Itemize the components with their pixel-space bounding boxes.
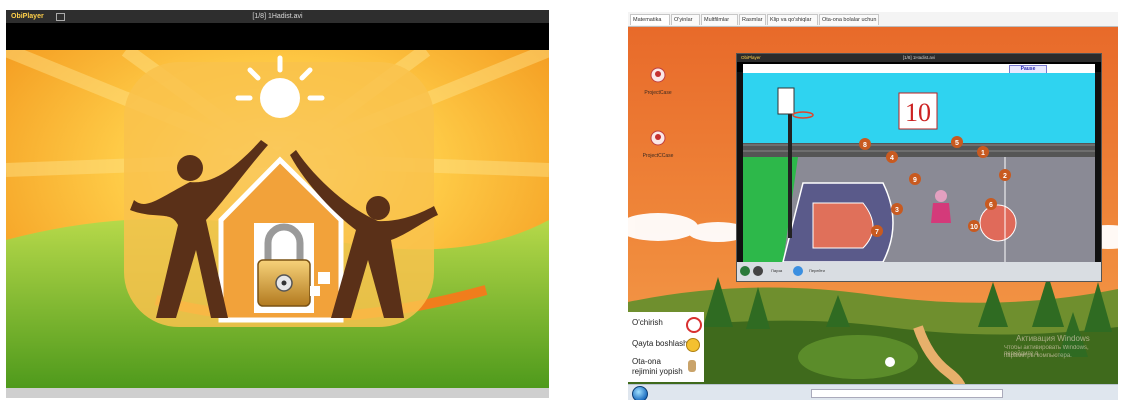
ball-5[interactable]: 5: [951, 136, 963, 148]
desktop-icon-label: ProjectCase: [644, 90, 672, 96]
ball-1[interactable]: 1: [977, 146, 989, 158]
activation-watermark-line: параметры компьютера.: [1004, 353, 1072, 359]
svg-text:7: 7: [875, 229, 879, 236]
player-controls-bar: [6, 388, 549, 398]
title-bar: ObiPlayer [1/8] 1Hadist.avi: [6, 10, 549, 23]
ball-6[interactable]: 6: [985, 198, 997, 210]
svg-text:9: 9: [913, 177, 917, 184]
inner-title-bar: ObiPlayer [1/8] 1Hadist.avi: [737, 54, 1101, 62]
power-icon[interactable]: [686, 317, 702, 333]
pin-icon: [650, 67, 666, 83]
tab-klip[interactable]: Klip va qo'shiqlar: [767, 14, 818, 25]
key-icon[interactable]: [688, 360, 696, 372]
menu-item-shutdown[interactable]: O'chirish: [632, 318, 663, 328]
tab-ota-ona[interactable]: Ota-ona bolalar uchun: [819, 14, 879, 25]
video-top-bar: [6, 23, 549, 50]
restart-icon[interactable]: [686, 338, 700, 352]
tab-multfilmlar[interactable]: Multfilmlar: [701, 14, 738, 25]
start-button[interactable]: [632, 386, 648, 400]
ball-9[interactable]: 9: [909, 173, 921, 185]
player-window: ObiPlayer [1/8] 1Hadist.avi: [6, 10, 549, 398]
activation-watermark-title: Активация Windows: [1016, 334, 1090, 343]
tab-oyinlar[interactable]: O'yinlar: [671, 14, 700, 25]
taskbar: [628, 384, 1118, 400]
inner-player-window: ObiPlayer [1/8] 1Hadist.avi Pause 10 8 4…: [736, 53, 1102, 282]
svg-text:6: 6: [989, 202, 993, 209]
tab-bar: Matematika O'yinlar Multfilmlar Rasmlar …: [628, 12, 1118, 27]
basketball-game: 10 8 4 5 1 9 2 3 6 10 7: [743, 73, 1095, 262]
ball-2[interactable]: 2: [999, 169, 1011, 181]
video-frame: [6, 50, 549, 388]
desktop-icon-label: ProjectCCase: [642, 153, 674, 159]
svg-text:1: 1: [981, 150, 985, 157]
svg-text:4: 4: [890, 155, 894, 162]
next-icon[interactable]: [793, 266, 803, 276]
play-icon[interactable]: [740, 266, 750, 276]
ball-8[interactable]: 8: [859, 138, 871, 150]
window-title: [1/8] 1Hadist.avi: [252, 13, 303, 20]
target-number: 10: [905, 98, 931, 127]
inner-window-title: [1/8] 1Hadist.avi: [902, 55, 936, 60]
svg-text:8: 8: [863, 142, 867, 149]
svg-text:3: 3: [895, 207, 899, 214]
ball-10[interactable]: 10: [968, 220, 980, 232]
svg-text:2: 2: [1003, 173, 1007, 180]
svg-text:10: 10: [970, 224, 978, 231]
ball-3[interactable]: 3: [891, 203, 903, 215]
parent-menu: O'chirish Qayta boshlash Ota-ona rejimin…: [628, 312, 704, 382]
stop-icon[interactable]: [753, 266, 763, 276]
control-label[interactable]: Пауза: [771, 268, 782, 273]
taskbar-search-field[interactable]: [811, 389, 1003, 398]
tab-matematika[interactable]: Matematika: [630, 14, 670, 25]
control-label[interactable]: Перейти: [809, 268, 825, 273]
desktop-screenshot: Matematika O'yinlar Multfilmlar Rasmlar …: [628, 12, 1118, 400]
menu-item-restart[interactable]: Qayta boshlash: [632, 339, 688, 349]
svg-text:5: 5: [955, 140, 959, 147]
desktop-icon-projectcase[interactable]: ProjectCase: [640, 67, 676, 96]
tab-rasmlar[interactable]: Rasmlar: [739, 14, 766, 25]
desktop-icon-projectccase[interactable]: ProjectCCase: [640, 130, 676, 159]
menu-item-close-parent-mode[interactable]: Ota-ona rejimini yopish: [632, 357, 688, 377]
pin-icon: [650, 130, 666, 146]
ball-7[interactable]: 7: [871, 225, 883, 237]
inner-controls-bar: Пауза Перейти: [737, 262, 1101, 281]
ball-4[interactable]: 4: [886, 151, 898, 163]
